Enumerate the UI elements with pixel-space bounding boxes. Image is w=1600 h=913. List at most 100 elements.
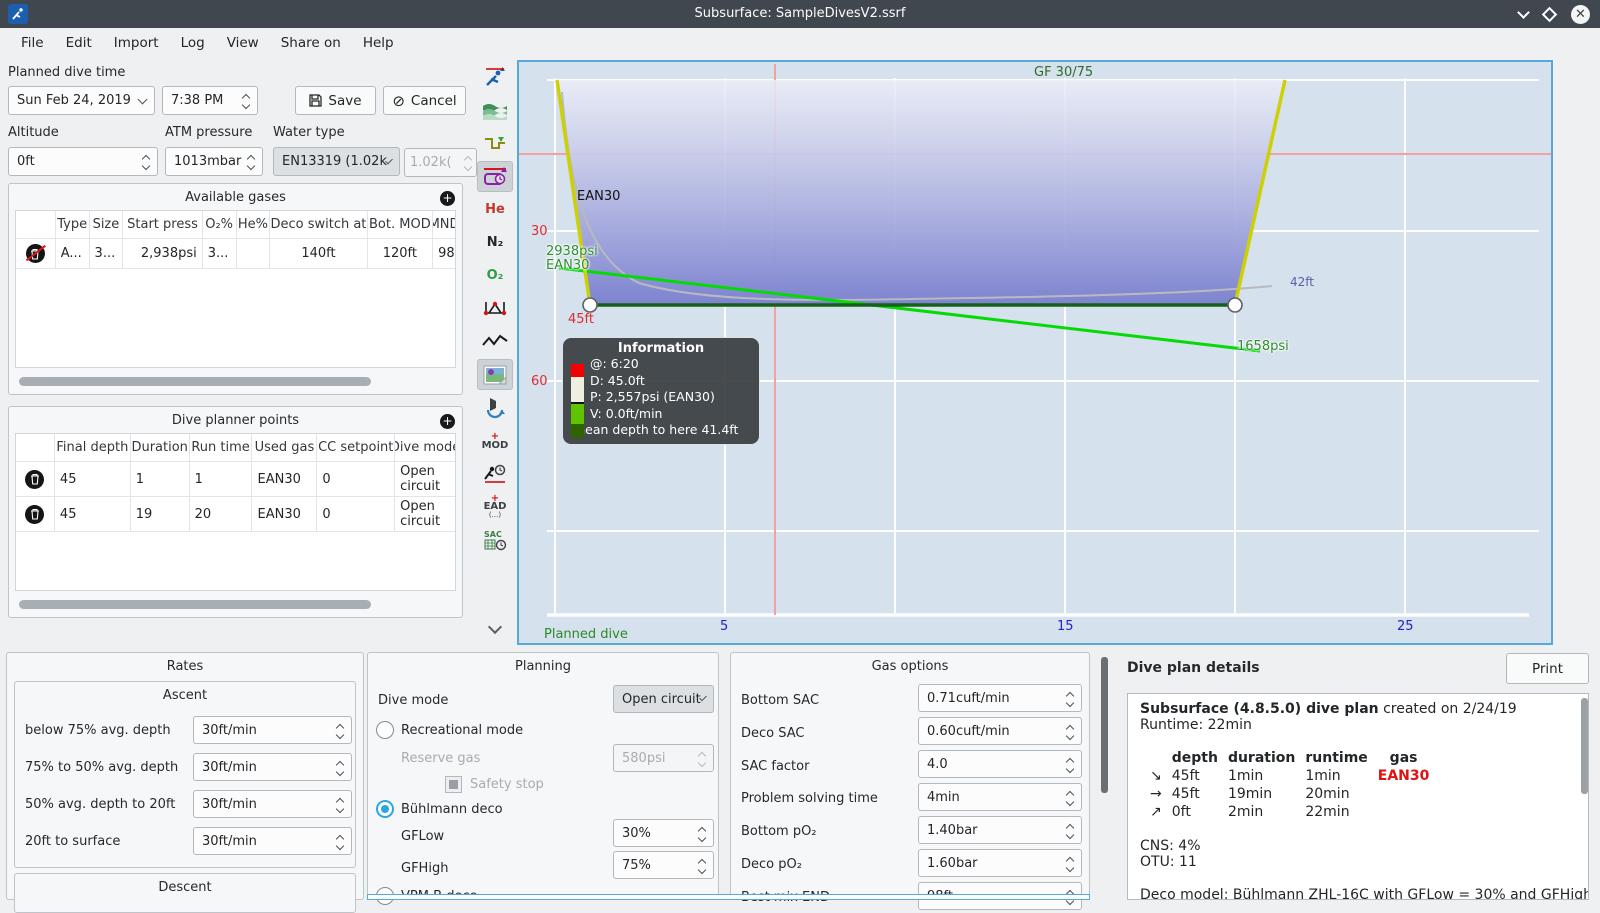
problem-time-spinner[interactable]: 4min <box>918 783 1082 811</box>
toolbar-pp-n2-icon[interactable]: N₂ <box>477 227 513 258</box>
col-mnd[interactable]: MND <box>433 211 455 238</box>
col-deco-switch[interactable]: Deco switch at <box>270 211 368 238</box>
plan-text-vscrollbar[interactable] <box>1581 698 1588 794</box>
print-button[interactable]: Print <box>1506 653 1589 684</box>
toolbar-dive-time-icon[interactable] <box>477 458 513 489</box>
toolbar-mod-icon[interactable]: + MOD <box>477 425 513 456</box>
plan-details-text[interactable]: Subsurface (4.8.5.0) dive plan created o… <box>1127 693 1589 900</box>
toolbar-waves-icon[interactable] <box>477 95 513 126</box>
toolbar-calc-ceiling-icon[interactable] <box>477 128 513 159</box>
menu-share-on[interactable]: Share on <box>270 30 352 56</box>
sac-factor-label: SAC factor <box>741 759 810 774</box>
col-used-gas[interactable]: Used gas <box>252 434 318 461</box>
col-dive-mode[interactable]: Dive mode <box>395 434 455 461</box>
safety-stop-checkbox <box>445 776 462 793</box>
water-type-combo[interactable]: EN13319 (1.02k <box>273 147 400 176</box>
save-button[interactable]: Save <box>295 86 376 115</box>
rates-panel: Rates Ascent below 75% avg. depth 30ft/m… <box>6 652 364 913</box>
gfhigh-spinner[interactable]: 75% <box>613 851 714 879</box>
col-cc-setpoint[interactable]: CC setpoint <box>317 434 396 461</box>
bottom-po2-spinner[interactable]: 1.40bar <box>918 816 1082 844</box>
menu-file[interactable]: File <box>10 30 55 56</box>
gases-hscrollbar[interactable] <box>19 377 371 386</box>
ascent-rate-spinner[interactable]: 30ft/min <box>193 753 352 781</box>
toolbar-pp-he-icon[interactable]: He <box>477 194 513 225</box>
recreational-mode-radio[interactable] <box>376 721 394 739</box>
gflow-spinner[interactable]: 30% <box>613 819 714 847</box>
buhlmann-deco-radio[interactable] <box>376 800 394 818</box>
col-final-depth[interactable]: Final depth <box>55 434 131 461</box>
cancel-button[interactable]: ⊘ Cancel <box>383 86 466 115</box>
menu-log[interactable]: Log <box>170 30 216 56</box>
toolbar-ruler-icon[interactable] <box>477 293 513 324</box>
recreational-mode-label: Recreational mode <box>401 723 524 738</box>
reserve-gas-spinner: 580psi <box>613 744 714 772</box>
profile-handle[interactable] <box>582 297 598 313</box>
spin-arrows-icon[interactable] <box>137 154 151 171</box>
col-start-press[interactable]: Start press <box>123 211 203 238</box>
point-row[interactable]: 45 19 20 EAN30 0 Open circuit <box>16 497 455 532</box>
cancel-icon: ⊘ <box>392 91 405 110</box>
col-run-time[interactable]: Run time <box>190 434 253 461</box>
plan-vscrollbar[interactable] <box>1101 657 1108 793</box>
col-size[interactable]: Size <box>90 211 124 238</box>
dive-date-combo[interactable]: Sun Feb 24, 2019 <box>8 86 155 115</box>
dive-mode-combo[interactable]: Open circuit <box>613 685 714 713</box>
menu-edit[interactable]: Edit <box>55 30 103 56</box>
dive-profile-chart[interactable]: GF 30/75 EAN30 2938psi EAN30 45ft 42ft 1… <box>517 60 1553 645</box>
gas-row[interactable]: A... 3... 2,938psi 3... 140ft 120ft 98f <box>16 239 455 269</box>
col-bot-mod[interactable]: Bot. MOD <box>368 211 434 238</box>
col-type[interactable]: Type <box>56 211 90 238</box>
descent-arrow-icon: ↘ <box>1150 768 1162 784</box>
menu-help[interactable]: Help <box>352 30 405 56</box>
ascent-title: Ascent <box>162 688 208 703</box>
sac-factor-spinner[interactable]: 4.0 <box>918 750 1082 778</box>
bottom-sac-spinner[interactable]: 0.71cuft/min <box>918 684 1082 712</box>
menu-import[interactable]: Import <box>103 30 170 56</box>
plan-row: ↗ 0ft 2min 22min <box>1150 804 1350 820</box>
bottom-hscrollbar[interactable] <box>367 894 1090 900</box>
dive-time-spinner[interactable]: 7:38 PM <box>162 86 258 115</box>
ascent-rate-spinner[interactable]: 30ft/min <box>193 827 352 855</box>
toolbar-setpoint-icon[interactable] <box>477 161 513 192</box>
col-he[interactable]: He% <box>237 211 271 238</box>
deco-sac-spinner[interactable]: 0.60cuft/min <box>918 717 1082 745</box>
plan-cns: CNS: 4% <box>1140 838 1201 854</box>
atm-pressure-spinner[interactable]: 1013mbar <box>165 147 263 176</box>
delete-gas-icon[interactable] <box>25 244 47 263</box>
col-duration[interactable]: Duration <box>131 434 190 461</box>
spin-arrows-icon[interactable] <box>242 154 256 171</box>
menu-view[interactable]: View <box>216 30 270 56</box>
col-o2[interactable]: O₂% <box>203 211 237 238</box>
planned-dive-tab[interactable]: Planned dive <box>544 627 628 642</box>
toolbar-dc-ceiling-icon[interactable] <box>477 62 513 93</box>
delete-point-icon[interactable] <box>25 469 45 489</box>
deco-po2-spinner[interactable]: 1.60bar <box>918 849 1082 877</box>
toolbar-sac-icon[interactable]: SAC <box>477 524 513 555</box>
toolbar-ead-icon[interactable]: + EAD (...) <box>477 491 513 522</box>
maximize-icon[interactable] <box>1541 6 1558 22</box>
minimize-icon[interactable] <box>1517 5 1530 19</box>
toolbar-heartrate-icon[interactable] <box>477 326 513 357</box>
ascent-rate-spinner[interactable]: 30ft/min <box>193 790 352 818</box>
reserve-gas-label: Reserve gas <box>401 751 481 766</box>
ascent-rate-spinner[interactable]: 30ft/min <box>193 716 352 744</box>
point-row[interactable]: 45 1 1 EAN30 0 Open circuit <box>16 462 455 497</box>
altitude-spinner[interactable]: 0ft <box>8 147 158 176</box>
toolbar-photos-icon[interactable] <box>477 359 513 390</box>
toolbar-scroll-down-icon[interactable] <box>477 614 513 645</box>
plan-row: ↘ 45ft 1min 1min EAN30 <box>1150 768 1430 784</box>
add-point-button[interactable]: + <box>440 414 455 429</box>
deco-po2-label: Deco pO₂ <box>741 857 802 872</box>
spin-arrows-icon[interactable] <box>237 93 251 110</box>
points-hscrollbar[interactable] <box>19 600 371 609</box>
chevron-down-icon[interactable] <box>137 94 148 104</box>
tooltip-colorbar-icon <box>571 364 584 438</box>
delete-point-icon[interactable] <box>25 504 45 524</box>
planned-dive-time-label: Planned dive time <box>8 65 126 80</box>
toolbar-gas-change-icon[interactable] <box>477 392 513 423</box>
profile-handle[interactable] <box>1227 297 1243 313</box>
close-icon[interactable]: ✕ <box>1571 4 1590 24</box>
toolbar-pp-o2-icon[interactable]: O₂ <box>477 260 513 291</box>
add-gas-button[interactable]: + <box>440 191 455 206</box>
